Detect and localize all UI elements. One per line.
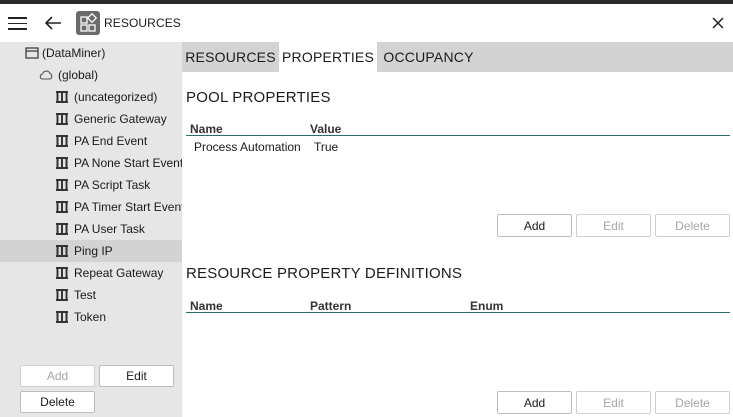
pool-property-add-button[interactable]: Add: [497, 214, 572, 237]
resources-app-icon: [76, 11, 100, 35]
tree-item-pa-user-task[interactable]: PA User Task: [0, 218, 182, 240]
resource-property-definitions-header: Name Pattern Enum: [186, 299, 730, 313]
resource-pool-icon: [54, 221, 70, 237]
resource-pool-icon: [54, 199, 70, 215]
property-value-cell: True: [314, 140, 339, 154]
title-bar: RESOURCES: [0, 4, 733, 42]
tree-item-generic-gateway[interactable]: Generic Gateway: [0, 108, 182, 130]
resource-pool-icon: [54, 265, 70, 281]
column-header-enum[interactable]: Enum: [470, 299, 503, 313]
tree-item-ping-ip[interactable]: Ping IP: [0, 240, 182, 262]
tree-item-label: PA User Task: [74, 222, 145, 236]
window-icon: [24, 45, 40, 61]
hamburger-menu-icon[interactable]: [7, 14, 29, 32]
tree-item-test[interactable]: Test: [0, 284, 182, 306]
tree-item-label: PA Script Task: [74, 178, 151, 192]
tab-occupancy[interactable]: OCCUPANCY: [377, 42, 480, 72]
resource-pool-icon: [54, 89, 70, 105]
resource-property-definitions-title: RESOURCE PROPERTY DEFINITIONS: [186, 265, 463, 282]
tab-bar: RESOURCES PROPERTIES OCCUPANCY: [182, 42, 733, 72]
pool-property-delete-button[interactable]: Delete: [655, 214, 730, 237]
tree-item-pa-end-event[interactable]: PA End Event: [0, 130, 182, 152]
column-header-value[interactable]: Value: [310, 122, 341, 136]
tree-item-label: Test: [74, 288, 97, 302]
tree-item-label: Generic Gateway: [74, 112, 167, 126]
tree-item-label: PA End Event: [74, 134, 148, 148]
tree-item-label: (global): [58, 68, 99, 82]
resource-pool-icon: [54, 111, 70, 127]
tab-properties[interactable]: PROPERTIES: [279, 42, 377, 72]
tree-item-uncategorized[interactable]: (uncategorized): [0, 86, 182, 108]
tree-item-label: Ping IP: [74, 244, 113, 258]
resource-pool-icon: [54, 177, 70, 193]
tree-item-label: PA None Start Event: [74, 156, 184, 170]
definition-delete-button[interactable]: Delete: [655, 391, 730, 414]
tree-item-dataminer[interactable]: (DataMiner): [0, 42, 182, 64]
window-title: RESOURCES: [104, 16, 181, 30]
tree-item-token[interactable]: Token: [0, 306, 182, 328]
back-arrow-icon[interactable]: [42, 12, 64, 34]
resource-pool-icon: [54, 155, 70, 171]
close-icon[interactable]: [709, 14, 727, 32]
tree-item-repeat-gateway[interactable]: Repeat Gateway: [0, 262, 182, 284]
column-header-pattern[interactable]: Pattern: [310, 299, 351, 313]
tree-item-global[interactable]: (global): [0, 64, 182, 86]
resource-pool-tree: (DataMiner) (global) (uncategorized) Gen…: [0, 42, 185, 417]
pool-properties-title: POOL PROPERTIES: [186, 89, 331, 106]
column-header-name[interactable]: Name: [190, 122, 223, 136]
column-header-name[interactable]: Name: [190, 299, 223, 313]
tree-item-label: PA Timer Start Event: [74, 200, 185, 214]
tree-item-pa-timer-start-event[interactable]: PA Timer Start Event: [0, 196, 185, 218]
pool-add-button[interactable]: Add: [20, 365, 95, 387]
pool-edit-button[interactable]: Edit: [99, 365, 174, 387]
resource-pool-icon: [54, 243, 70, 259]
resource-pool-icon: [54, 309, 70, 325]
resource-pool-icon: [54, 287, 70, 303]
tree-item-label: (DataMiner): [42, 46, 106, 60]
tree-item-label: Token: [74, 310, 107, 324]
definition-add-button[interactable]: Add: [497, 391, 572, 414]
cloud-icon: [38, 67, 54, 83]
tab-resources[interactable]: RESOURCES: [182, 42, 279, 72]
definition-edit-button[interactable]: Edit: [576, 391, 651, 414]
pool-properties-header: Name Value: [186, 122, 730, 136]
tree-item-pa-script-task[interactable]: PA Script Task: [0, 174, 182, 196]
tree-item-pa-none-start-event[interactable]: PA None Start Event: [0, 152, 184, 174]
tree-item-label: Repeat Gateway: [74, 266, 164, 280]
pool-delete-button[interactable]: Delete: [20, 391, 95, 413]
resource-pool-icon: [54, 133, 70, 149]
property-name-cell: Process Automation: [194, 140, 301, 154]
tree-item-label: (uncategorized): [74, 90, 158, 104]
pool-property-edit-button[interactable]: Edit: [576, 214, 651, 237]
properties-panel: POOL PROPERTIES Name Value Process Autom…: [182, 72, 733, 417]
